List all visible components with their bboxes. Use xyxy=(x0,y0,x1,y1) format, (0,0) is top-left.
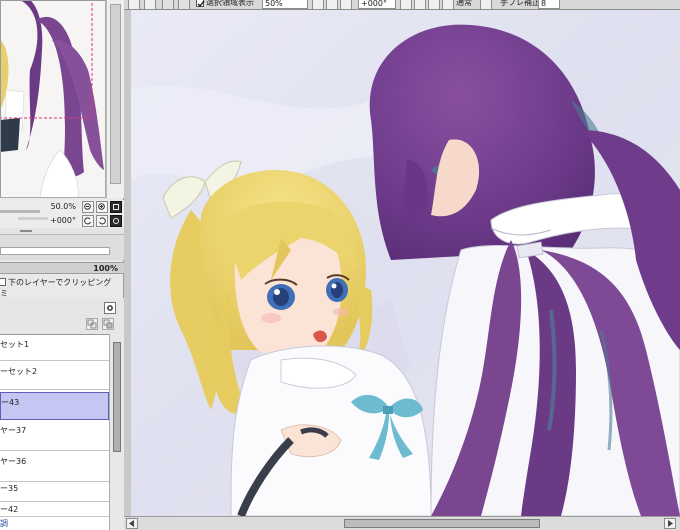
lock-row: ミ xyxy=(0,288,124,298)
canvas-area[interactable] xyxy=(124,10,680,516)
layer-list-scrollbar[interactable] xyxy=(109,334,124,530)
navigator-thumbnail xyxy=(0,0,105,197)
rotate-right-button[interactable] xyxy=(96,215,108,227)
horizontal-scroll-thumb[interactable] xyxy=(344,519,540,528)
zoom-out-icon xyxy=(84,203,91,210)
new-button[interactable] xyxy=(128,0,140,9)
rotate-left-icon xyxy=(84,217,91,225)
merge-icon xyxy=(103,319,113,329)
selection-display-label: 選択領域表示 xyxy=(206,0,254,7)
blend-mode-select[interactable] xyxy=(0,247,110,255)
toolbar-flip-button[interactable] xyxy=(442,0,454,9)
navigator-rotation-value: +000° xyxy=(50,216,76,225)
toolbar-rotate-reset-button[interactable] xyxy=(428,0,440,9)
layer-settings-button[interactable] xyxy=(104,302,116,314)
layer-name: セット1 xyxy=(0,340,30,349)
layer-item[interactable]: ーセット2 xyxy=(0,362,109,390)
layer-item-selected[interactable]: ー43 xyxy=(0,392,109,420)
layer-copy-button[interactable] xyxy=(86,318,98,330)
layer-item[interactable]: ー42 xyxy=(0,503,109,517)
canvas-horizontal-scrollbar[interactable] xyxy=(124,516,680,530)
clipping-checkbox[interactable] xyxy=(0,278,6,286)
layer-name: ー43 xyxy=(1,398,20,407)
rotation-slider-handle xyxy=(20,230,32,232)
stabilizer-combobox[interactable]: 8 xyxy=(538,0,560,9)
layer-item[interactable]: 調 xyxy=(0,517,109,530)
zoom-reset-icon xyxy=(113,204,119,210)
zoom-in-button[interactable] xyxy=(96,201,108,213)
gear-icon xyxy=(107,305,113,311)
toolbar-zoom-in-button[interactable] xyxy=(326,0,338,9)
zoom-out-button[interactable] xyxy=(82,201,94,213)
layer-name: ーセット2 xyxy=(0,367,38,376)
arrow-right-icon xyxy=(668,520,673,527)
layer-tools xyxy=(0,298,124,334)
layer-name: ヤー36 xyxy=(0,457,27,466)
zoom-combobox[interactable]: 50% xyxy=(262,0,308,9)
navigator-zoom-value: 50.0% xyxy=(50,202,76,211)
arrow-left-icon xyxy=(129,520,134,527)
navigator-zoom-row: 50.0% xyxy=(0,200,124,214)
open-button[interactable] xyxy=(144,0,156,9)
panel-spacer xyxy=(0,234,124,260)
rotate-reset-icon xyxy=(113,218,119,224)
canvas-toolbar: 選択領域表示 50% +000° 通常 手ブレ補正 8 xyxy=(124,0,680,10)
rotate-reset-button[interactable] xyxy=(110,215,122,227)
selection-display-checkbox[interactable] xyxy=(196,0,205,7)
layer-item[interactable]: ヤー37 xyxy=(0,421,109,451)
artwork xyxy=(131,10,680,516)
layer-opacity-value: 100% xyxy=(93,264,118,273)
layer-name: ー35 xyxy=(0,484,19,493)
toolbar-zoom-reset-button[interactable] xyxy=(340,0,352,9)
drawing-canvas[interactable] xyxy=(131,10,680,516)
zoom-slider[interactable] xyxy=(0,210,40,213)
layer-item[interactable]: セット1 xyxy=(0,335,109,361)
undo-button[interactable] xyxy=(162,0,174,9)
scroll-left-button[interactable] xyxy=(126,518,138,529)
blend-mode-label[interactable]: 通常 xyxy=(456,0,472,8)
rotation-combobox[interactable]: +000° xyxy=(358,0,396,9)
clipping-label: 下のレイヤーでクリッピング xyxy=(8,278,112,287)
scroll-right-button[interactable] xyxy=(664,518,676,529)
toolbar-rotate-right-button[interactable] xyxy=(414,0,426,9)
clipping-row[interactable]: 下のレイヤーでクリッピング xyxy=(0,276,124,288)
zoom-reset-button[interactable] xyxy=(110,201,122,213)
navigator-scrollbar[interactable] xyxy=(106,0,124,198)
rotate-left-button[interactable] xyxy=(82,215,94,227)
layer-name: ー42 xyxy=(0,505,19,514)
navigator-preview[interactable] xyxy=(0,0,106,198)
navigator-rotation-row: +000° xyxy=(0,214,124,228)
layer-item[interactable]: ヤー36 xyxy=(0,452,109,482)
layer-opacity-bar[interactable]: 100% xyxy=(0,262,124,274)
layer-item[interactable]: ー35 xyxy=(0,482,109,502)
layer-merge-button[interactable] xyxy=(102,318,114,330)
blend-mode-dropdown[interactable] xyxy=(480,0,492,9)
layer-scroll-thumb[interactable] xyxy=(113,342,121,452)
redo-button[interactable] xyxy=(178,0,190,9)
stabilizer-label: 手ブレ補正 xyxy=(500,0,540,7)
zoom-in-icon xyxy=(98,203,105,210)
rotation-slider[interactable] xyxy=(18,217,48,220)
layer-list: セット1 ーセット2 ー43 ヤー37 ヤー36 ー35 ー42 調 xyxy=(0,334,109,530)
toolbar-rotate-left-button[interactable] xyxy=(400,0,412,9)
copy-icon xyxy=(87,319,97,329)
layer-name: 調 xyxy=(0,519,8,528)
layer-name: ヤー37 xyxy=(0,426,27,435)
left-panel: 50.0% +000° 100% 下のレイヤーでクリッピング ミ セット1 ーセ… xyxy=(0,0,124,530)
navigator-scroll-thumb[interactable] xyxy=(110,4,121,184)
checkmark-icon xyxy=(197,0,205,7)
toolbar-zoom-out-button[interactable] xyxy=(312,0,324,9)
rotate-right-icon xyxy=(99,217,106,225)
